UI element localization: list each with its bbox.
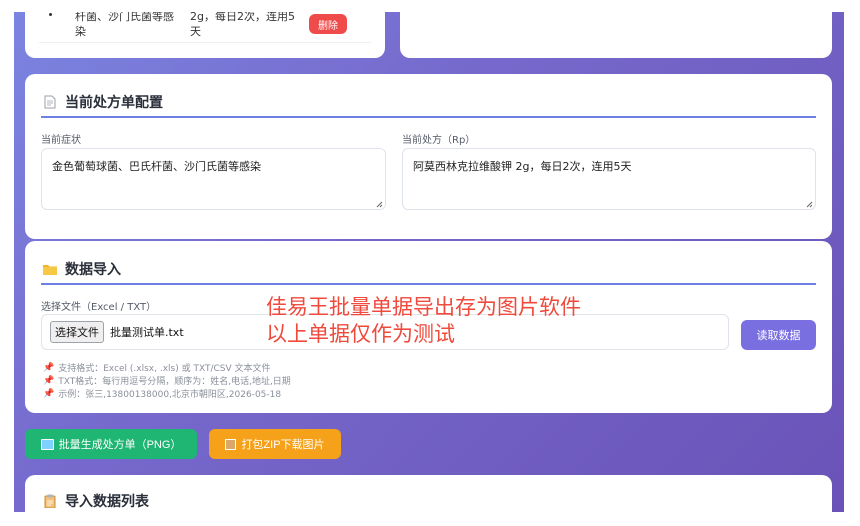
import-title-text: 数据导入 xyxy=(65,262,121,278)
resize-handle-icon[interactable] xyxy=(375,200,383,208)
generate-png-button[interactable]: 批量生成处方单（PNG） xyxy=(25,429,197,459)
download-zip-button[interactable]: 打包ZIP下载图片 xyxy=(209,429,341,459)
note-formats: 📌 支持格式：Excel (.xlsx, .xls) 或 TXT/CSV 文本文… xyxy=(43,361,271,375)
import-title: 数据导入 xyxy=(43,259,121,279)
prescription-title-text: 当前处方单配置 xyxy=(65,95,163,111)
note-txt-format-text: TXT格式：每行用逗号分隔，顺序为：姓名,电话,地址,日期 xyxy=(58,377,291,387)
symptom-textarea[interactable]: 金色葡萄球菌、巴氏杆菌、沙门氏菌等感染 xyxy=(41,148,386,210)
title-divider xyxy=(41,283,816,285)
symptom-cell-wrap: 染 xyxy=(75,25,86,38)
title-divider xyxy=(41,116,816,118)
note-example: 📌 示例：张三,13800138000,北京市朝阳区,2026-05-18 xyxy=(43,387,282,401)
rp-textarea[interactable]: 阿莫西林克拉维酸钾 2g，每日2次，连用5天 xyxy=(402,148,816,210)
rx-cell-wrap: 天 xyxy=(190,25,201,38)
data-list-title: 导入数据列表 xyxy=(43,491,149,511)
rx-cell: 2g，每日2次，连用5 xyxy=(190,12,295,23)
folder-icon xyxy=(43,262,57,276)
generate-png-label: 批量生成处方单（PNG） xyxy=(58,439,182,451)
delete-button[interactable]: 删除 xyxy=(309,14,347,34)
symptom-textarea-value: 金色葡萄球菌、巴氏杆菌、沙门氏菌等感染 xyxy=(52,160,261,173)
rp-textarea-value: 阿莫西林克拉维酸钾 2g，每日2次，连用5天 xyxy=(413,160,632,173)
document-icon xyxy=(43,95,57,109)
data-list-title-text: 导入数据列表 xyxy=(65,494,149,510)
top-right-card xyxy=(400,12,832,58)
note-formats-text: 支持格式：Excel (.xlsx, .xls) 或 TXT/CSV 文本文件 xyxy=(58,364,271,374)
data-list-card: 导入数据列表 xyxy=(25,475,832,512)
resize-handle-icon[interactable] xyxy=(805,200,813,208)
prescription-title: 当前处方单配置 xyxy=(43,92,163,112)
image-icon xyxy=(40,438,54,450)
app-viewport: 杆菌、沙门氏菌等感 染 2g，每日2次，连用5 天 删除 当前处方单配置 当前症… xyxy=(14,12,844,512)
symptom-cell: 杆菌、沙门氏菌等感 xyxy=(75,12,174,23)
bullet-dot xyxy=(49,13,52,16)
package-icon xyxy=(225,438,237,450)
pin-icon: 📌 xyxy=(43,388,55,399)
watermark-line-2: 以上单据仅作为测试 xyxy=(266,322,455,346)
download-zip-label: 打包ZIP下载图片 xyxy=(241,439,325,451)
clipboard-icon xyxy=(43,494,57,508)
note-txt-format: 📌 TXT格式：每行用逗号分隔，顺序为：姓名,电话,地址,日期 xyxy=(43,374,291,388)
choose-file-button[interactable]: 选择文件 xyxy=(50,321,104,343)
rp-label: 当前处方（Rp） xyxy=(402,135,476,146)
symptom-label: 当前症状 xyxy=(41,135,81,146)
pin-icon: 📌 xyxy=(43,362,55,373)
row-divider xyxy=(39,42,371,43)
file-label: 选择文件（Excel / TXT） xyxy=(41,302,157,313)
selected-file-name: 批量测试单.txt xyxy=(110,326,184,339)
prescription-card: 当前处方单配置 当前症状 金色葡萄球菌、巴氏杆菌、沙门氏菌等感染 当前处方（Rp… xyxy=(25,74,832,239)
top-left-card: 杆菌、沙门氏菌等感 染 2g，每日2次，连用5 天 删除 xyxy=(25,12,385,58)
note-example-text: 示例：张三,13800138000,北京市朝阳区,2026-05-18 xyxy=(58,390,282,400)
watermark-line-1: 佳易王批量单据导出存为图片软件 xyxy=(266,295,581,319)
read-data-button[interactable]: 读取数据 xyxy=(741,320,816,350)
pin-icon: 📌 xyxy=(43,375,55,386)
